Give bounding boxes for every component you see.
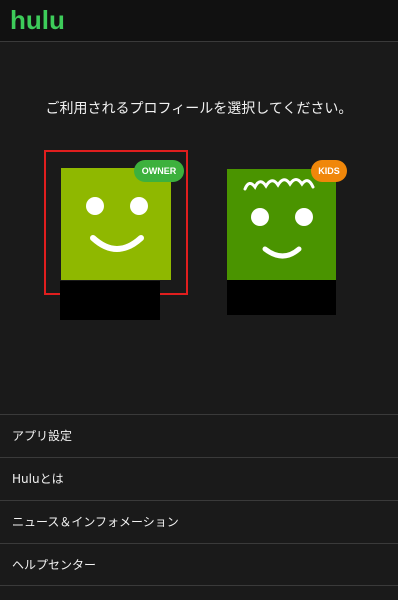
owner-name-bar: [60, 281, 160, 320]
hulu-logo-text: hulu: [10, 8, 65, 34]
app-root: hulu ご利用されるプロフィールを選択してください。 OWNER KIDS ア…: [0, 0, 398, 600]
kids-name-bar: [227, 280, 336, 315]
menu-item-help-center[interactable]: ヘルプセンター: [0, 543, 398, 586]
kids-avatar[interactable]: [227, 169, 336, 280]
settings-menu: アプリ設定 Huluとは ニュース＆インフォメーション ヘルプセンター: [0, 414, 398, 586]
app-header: hulu: [0, 0, 398, 42]
menu-item-news-info[interactable]: ニュース＆インフォメーション: [0, 500, 398, 543]
hulu-logo: hulu: [10, 8, 65, 34]
menu-item-about-hulu[interactable]: Huluとは: [0, 457, 398, 500]
profile-select-prompt: ご利用されるプロフィールを選択してください。: [45, 101, 353, 117]
owner-face-icon: [86, 197, 148, 252]
owner-avatar[interactable]: [61, 168, 171, 280]
kids-face-icon: [243, 178, 315, 259]
owner-badge: OWNER: [134, 160, 184, 182]
profile-owner[interactable]: OWNER: [44, 150, 188, 320]
kids-badge: KIDS: [311, 160, 347, 182]
profile-kids[interactable]: KIDS: [226, 160, 347, 320]
menu-item-app-settings[interactable]: アプリ設定: [0, 414, 398, 457]
